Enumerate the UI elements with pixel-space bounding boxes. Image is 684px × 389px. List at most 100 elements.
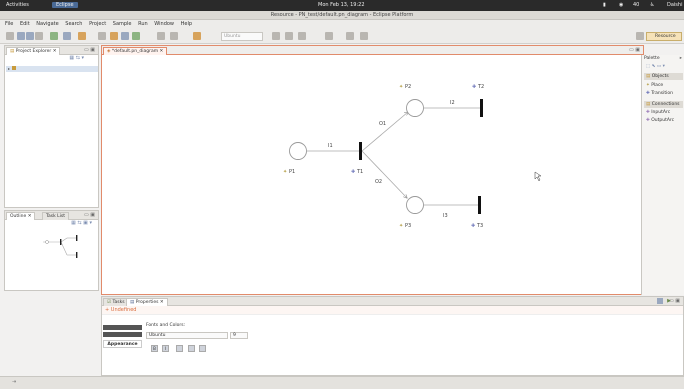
menu-file[interactable]: File [5,20,13,29]
status-bar: ⇥ [0,376,684,389]
place-p3[interactable] [406,196,424,214]
label-t3: T3 [476,223,483,229]
label-p2: P2 [405,84,411,90]
tab-outline-label: Outline [10,214,27,219]
minimize-maximize-icon[interactable]: ▭ ▣ [84,212,95,218]
place-p2[interactable] [406,99,424,117]
section-tab-inactive[interactable] [103,325,142,330]
project-icon [11,66,16,70]
menu-help[interactable]: Help [181,20,192,29]
place-tool-icon: ✦ [646,83,650,88]
network-icon[interactable]: ◉ [619,2,623,8]
save-all-icon[interactable] [26,32,34,40]
font-family-select[interactable]: Ubuntu [146,332,228,339]
arc-o2[interactable] [361,150,407,198]
volume-value[interactable]: 40 [633,2,639,8]
properties-heading-label: Undefined [110,307,137,313]
section-tab-inactive[interactable] [103,332,142,337]
line-style-icon[interactable] [360,32,368,40]
font-size-select[interactable]: 9 [230,332,248,339]
font-select[interactable]: Ubuntu [221,32,263,41]
open-task-icon[interactable] [121,32,129,40]
search-icon[interactable] [63,32,71,40]
palette-tool-inputarc[interactable]: ✚ InputArc [646,110,670,115]
menu-sample[interactable]: Sample [113,20,132,29]
diagram-canvas[interactable]: I1 O1 O2 I2 I3 ✦ P1 ✦ P2 ✦ P3 ✚ T1 ✚ T2 … [102,55,643,293]
minimize-maximize-icon[interactable]: ▭ ▣ [629,47,640,53]
menu-navigate[interactable]: Navigate [36,20,58,29]
marker-icon: ✦ [283,169,287,175]
transition-t1[interactable] [359,142,362,160]
tab-properties[interactable]: ▤ Properties ✕ [126,298,168,306]
palette-menu-icon[interactable]: ▸ [680,56,682,61]
menu-edit[interactable]: Edit [20,20,30,29]
section-tab-appearance[interactable]: Appearance [103,340,142,348]
new-icon[interactable] [6,32,14,40]
place-p1[interactable] [289,142,307,160]
open-type-icon[interactable] [110,32,118,40]
battery-icon[interactable]: ▮ [603,2,606,8]
list-item[interactable]: ▸ [6,66,98,72]
app-menu[interactable]: Eclipse [52,2,78,8]
save-icon[interactable] [17,32,25,40]
palette-title: Palette [644,56,660,61]
external-tools-icon[interactable] [78,32,86,40]
palette-tool-place[interactable]: ✦ Place [646,83,663,88]
arc-o1[interactable] [361,112,408,152]
clock[interactable]: Mon Feb 13, 19:22 [318,2,365,8]
open-perspective-icon[interactable] [636,32,644,40]
expand-icon[interactable]: ▸ [8,66,10,71]
palette: Palette ▸ ⬚ ⬉ ▭ ▾ ▤ Objects ✦ Place ✚ Tr… [641,55,684,295]
palette-tool-transition[interactable]: ✚ Transition [646,91,673,96]
outline-thumbnail[interactable] [5,230,98,290]
transition-t2[interactable] [480,99,483,117]
minimize-maximize-icon[interactable]: ▭ ▣ [669,298,680,304]
properties-heading: + Undefined [102,306,683,315]
folder-icon: ▤ [10,49,15,54]
bold-icon[interactable] [272,32,280,40]
undo-icon[interactable] [98,32,106,40]
italic-icon[interactable] [285,32,293,40]
font-color-button[interactable] [176,345,183,352]
activities-button[interactable]: Activities [6,2,29,8]
italic-button[interactable]: I [162,345,169,352]
print-icon[interactable] [35,32,43,40]
status-icon[interactable]: ⇥ [12,379,16,385]
palette-tool-outputarc[interactable]: ✚ OutputArc [646,118,674,123]
tab-task-list[interactable]: Task List [42,212,70,220]
fill-icon[interactable] [325,32,333,40]
align-icon[interactable] [298,32,306,40]
back-icon[interactable] [157,32,165,40]
arc-label-o1: O1 [379,121,386,127]
menu-window[interactable]: Window [154,20,174,29]
palette-group-connections[interactable]: ▤ Connections [644,101,683,108]
tab-outline[interactable]: Outline ✕ [6,212,36,220]
menu-run[interactable]: Run [138,20,148,29]
palette-tools-icons[interactable]: ⬚ ⬉ ▭ ▾ [646,64,665,69]
pin-icon[interactable] [193,32,201,40]
properties-icon: ▤ [130,300,135,305]
menu-search[interactable]: Search [65,20,82,29]
tab-editor[interactable]: ◈ *default.pn_diagram ✕ [103,47,168,55]
project-explorer-view: ▤ Project Explorer ✕ ▭ ▣ ▦ ⇆ ▾ ▸ [4,45,99,208]
palette-group-objects[interactable]: ▤ Objects [644,73,683,80]
perspective-resource[interactable]: Resource [646,32,682,41]
line-color-button[interactable] [199,345,206,352]
tab-tasks[interactable]: ☑ Tasks [103,298,129,306]
debug-icon[interactable] [50,32,58,40]
collapse-link-icons[interactable]: ▦ ⇆ ▾ [5,55,98,65]
menu-project[interactable]: Project [89,20,106,29]
user-menu[interactable]: Daishi [667,2,682,8]
minimize-maximize-icon[interactable]: ▭ ▣ [84,47,95,53]
accessibility-icon[interactable]: ♿ [650,2,654,8]
transition-t3[interactable] [478,196,481,214]
tasks-icon: ☑ [107,300,112,305]
pin-view-icon[interactable] [657,298,663,304]
fill-color-button[interactable] [188,345,195,352]
forward-icon[interactable] [170,32,178,40]
run-icon[interactable] [132,32,140,40]
outline-toolbar-icons[interactable]: ▦ ⇆ ▣ ▾ [5,220,98,230]
tab-project-explorer[interactable]: ▤ Project Explorer ✕ [6,47,61,55]
bold-button[interactable]: B [151,345,158,352]
line-color-icon[interactable] [346,32,354,40]
